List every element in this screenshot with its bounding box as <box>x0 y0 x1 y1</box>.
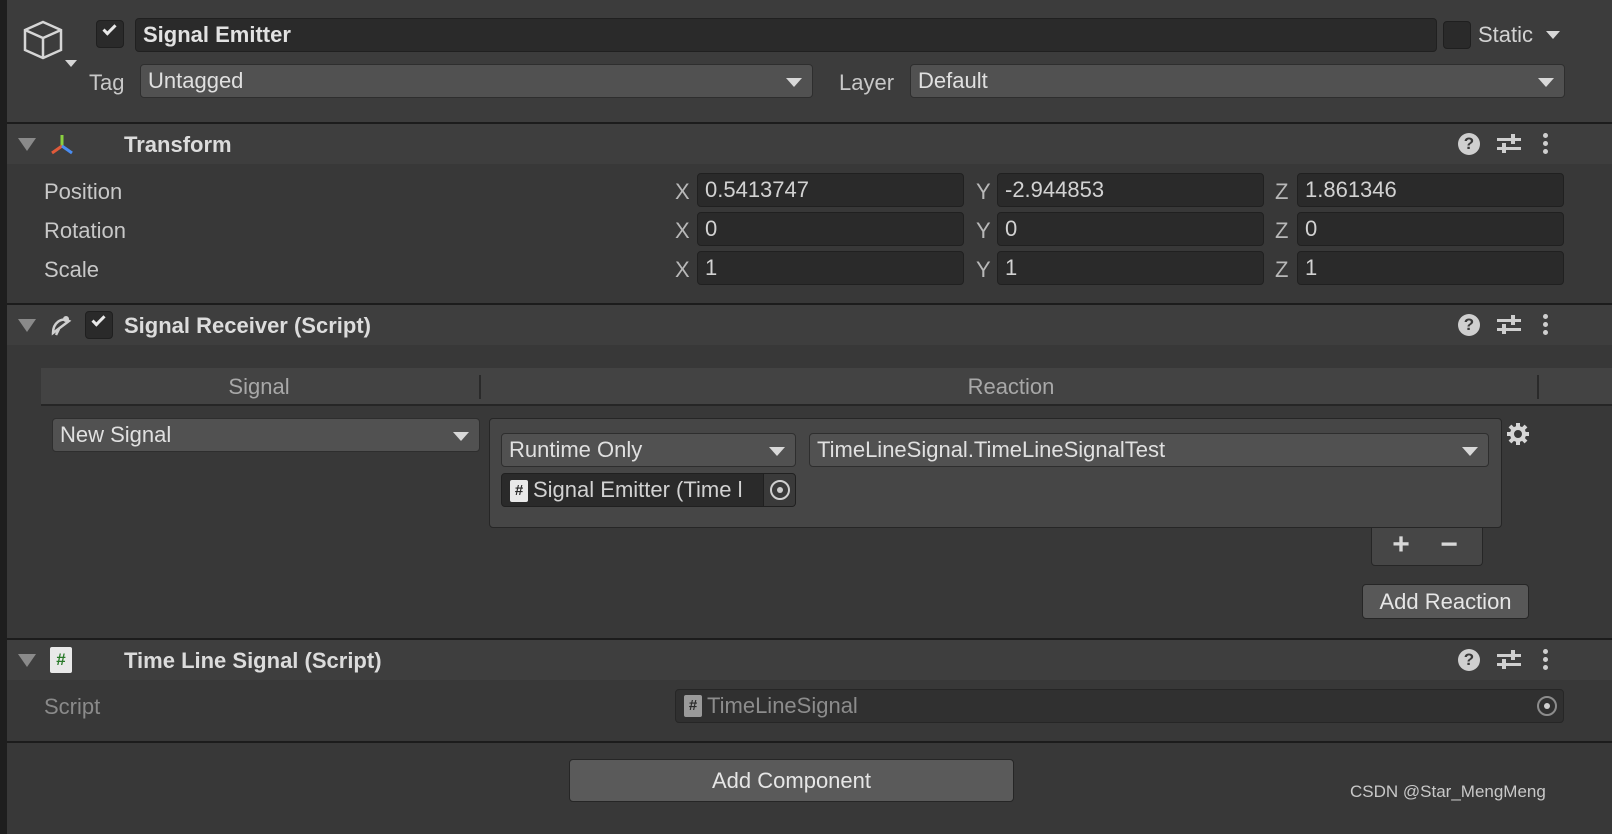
static-label[interactable]: Static <box>1478 22 1533 48</box>
rotation-x-label[interactable]: X <box>675 218 690 244</box>
transform-title: Transform <box>124 132 232 157</box>
chevron-down-icon <box>453 432 469 441</box>
script-reference-field: # TimeLineSignal <box>675 689 1564 723</box>
presets-icon[interactable] <box>1497 649 1521 671</box>
rotation-y-field[interactable]: 0 <box>997 212 1264 246</box>
gear-icon[interactable] <box>1506 422 1530 446</box>
static-dropdown-caret[interactable] <box>1546 31 1560 39</box>
position-label: Position <box>44 179 123 204</box>
presets-icon[interactable] <box>1497 133 1521 155</box>
signal-table-header: Signal Reaction <box>41 368 1612 406</box>
script-reference-value: TimeLineSignal <box>707 693 858 718</box>
check-icon <box>102 21 117 36</box>
rotation-y-label[interactable]: Y <box>976 218 991 244</box>
signal-receiver-header[interactable]: Signal Receiver (Script) ? <box>7 305 1612 345</box>
chevron-down-icon <box>786 78 802 87</box>
chevron-down-icon <box>769 447 785 456</box>
watermark-text: CSDN @Star_MengMeng <box>1350 782 1546 801</box>
add-listener-button[interactable]: + <box>1386 528 1416 562</box>
help-icon[interactable]: ? <box>1458 314 1480 336</box>
runtime-mode-dropdown[interactable]: Runtime Only <box>501 433 796 467</box>
gameobject-header: Signal Emitter Static Tag Untagged Layer… <box>7 0 1612 122</box>
rotation-x-field[interactable]: 0 <box>697 212 964 246</box>
list-footer: + − <box>1371 528 1483 566</box>
column-divider <box>1537 375 1539 399</box>
layer-value: Default <box>918 68 988 93</box>
kebab-menu-icon[interactable] <box>1542 133 1548 155</box>
position-x-label[interactable]: X <box>675 179 690 205</box>
runtime-mode-value: Runtime Only <box>509 437 643 462</box>
signal-receiver-title: Signal Receiver (Script) <box>124 313 371 338</box>
rotation-label: Rotation <box>44 218 126 243</box>
function-dropdown[interactable]: TimeLineSignal.TimeLineSignalTest <box>809 433 1489 467</box>
foldout-icon[interactable] <box>18 654 36 667</box>
reaction-column-header[interactable]: Reaction <box>481 374 1541 400</box>
position-y-label[interactable]: Y <box>976 179 991 205</box>
static-checkbox[interactable] <box>1443 21 1471 49</box>
layer-dropdown[interactable]: Default <box>910 64 1565 98</box>
position-x-field[interactable]: 0.5413747 <box>697 173 964 207</box>
foldout-icon[interactable] <box>18 319 36 332</box>
transform-icon <box>49 132 75 158</box>
transform-header[interactable]: Transform ? <box>7 124 1612 164</box>
script-icon: # <box>50 647 72 673</box>
scale-x-label[interactable]: X <box>675 257 690 283</box>
kebab-menu-icon[interactable] <box>1542 314 1548 336</box>
object-picker-button[interactable] <box>763 474 795 506</box>
help-icon[interactable]: ? <box>1458 133 1480 155</box>
rotation-z-field[interactable]: 0 <box>1297 212 1564 246</box>
add-reaction-button[interactable]: Add Reaction <box>1362 584 1529 619</box>
signal-receiver-enabled-checkbox[interactable] <box>85 311 113 339</box>
position-y-field[interactable]: -2.944853 <box>997 173 1264 207</box>
scale-y-field[interactable]: 1 <box>997 251 1264 285</box>
transform-body: Position X 0.5413747 Y -2.944853 Z 1.861… <box>7 164 1612 302</box>
target-object-value: Signal Emitter (Time l <box>533 477 743 502</box>
foldout-icon[interactable] <box>18 138 36 151</box>
timeline-signal-header[interactable]: # Time Line Signal (Script) ? <box>7 640 1612 680</box>
signal-column-header[interactable]: Signal <box>41 374 477 400</box>
left-border <box>0 0 7 834</box>
gameobject-cube-icon[interactable] <box>19 18 79 74</box>
rotation-z-label[interactable]: Z <box>1275 218 1288 244</box>
gameobject-name-field[interactable]: Signal Emitter <box>135 18 1437 52</box>
target-object-field[interactable]: # Signal Emitter (Time l <box>501 473 796 507</box>
position-z-label[interactable]: Z <box>1275 179 1288 205</box>
scale-label: Scale <box>44 257 100 282</box>
function-value: TimeLineSignal.TimeLineSignalTest <box>817 437 1166 462</box>
chevron-down-icon <box>1538 78 1554 87</box>
kebab-menu-icon[interactable] <box>1542 649 1548 671</box>
signal-asset-value: New Signal <box>60 422 172 447</box>
script-icon: # <box>510 480 528 502</box>
divider <box>7 741 1612 743</box>
signal-receiver-icon <box>49 313 73 337</box>
gameobject-active-checkbox[interactable] <box>96 20 124 48</box>
tag-dropdown[interactable]: Untagged <box>140 64 813 98</box>
check-icon <box>91 312 106 327</box>
remove-listener-button[interactable]: − <box>1434 528 1464 562</box>
timeline-signal-title: Time Line Signal (Script) <box>124 648 382 673</box>
tag-label: Tag <box>89 70 125 95</box>
chevron-down-icon <box>1462 447 1478 456</box>
script-icon: # <box>684 695 702 717</box>
scale-z-label[interactable]: Z <box>1275 257 1288 283</box>
layer-label: Layer <box>839 70 895 95</box>
position-z-field[interactable]: 1.861346 <box>1297 173 1564 207</box>
signal-asset-dropdown[interactable]: New Signal <box>52 418 480 452</box>
tag-value: Untagged <box>148 68 244 93</box>
add-component-button[interactable]: Add Component <box>569 759 1014 802</box>
script-label: Script <box>44 694 101 719</box>
presets-icon[interactable] <box>1497 314 1521 336</box>
scale-y-label[interactable]: Y <box>976 257 991 283</box>
object-picker-icon[interactable] <box>1537 696 1557 716</box>
scale-z-field[interactable]: 1 <box>1297 251 1564 285</box>
scale-x-field[interactable]: 1 <box>697 251 964 285</box>
object-picker-icon <box>770 480 790 500</box>
help-icon[interactable]: ? <box>1458 649 1480 671</box>
